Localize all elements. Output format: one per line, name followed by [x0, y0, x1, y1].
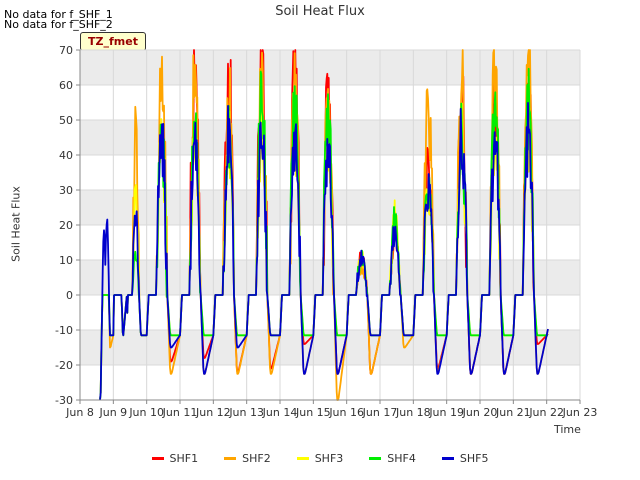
legend-swatch: [441, 457, 454, 460]
legend-item-shf5: SHF5: [441, 452, 489, 465]
y-tick-label: -20: [55, 359, 73, 372]
x-tick-label: Jun 16: [328, 406, 364, 419]
x-tick-label: Jun 21: [495, 406, 531, 419]
x-tick-label: Jun 8: [65, 406, 94, 419]
plot-band: [80, 260, 580, 295]
legend-label: SHF3: [314, 452, 344, 465]
x-tick-label: Jun 9: [98, 406, 127, 419]
x-tick-label: Jun 17: [362, 406, 398, 419]
x-tick-label: Jun 18: [395, 406, 431, 419]
legend: SHF1 SHF2 SHF3 SHF4 SHF5: [0, 452, 640, 465]
legend-label: SHF2: [242, 452, 271, 465]
x-tick-label: Jun 11: [162, 406, 198, 419]
x-tick-label: Jun 15: [295, 406, 331, 419]
y-tick-label: 50: [59, 114, 73, 127]
x-tick-label: Jun 14: [262, 406, 298, 419]
soil-heat-flux-chart: -30-20-10010203040506070Jun 8 Jun 9 Jun 10…: [55, 44, 598, 419]
legend-item-shf3: SHF3: [296, 452, 344, 465]
legend-item-shf1: SHF1: [151, 452, 199, 465]
legend-swatch: [224, 457, 237, 460]
legend-item-shf2: SHF2: [224, 452, 271, 465]
x-tick-label: Jun 12: [195, 406, 231, 419]
x-tick-label: Jun 20: [462, 406, 498, 419]
y-tick-label: 30: [59, 184, 73, 197]
y-tick-label: 70: [59, 44, 73, 57]
x-tick-label: Jun 22: [528, 406, 564, 419]
y-tick-label: 0: [66, 289, 73, 302]
y-tick-label: 20: [59, 219, 73, 232]
y-tick-label: 40: [59, 149, 73, 162]
plot-band: [80, 50, 580, 85]
x-tick-label: Jun 10: [128, 406, 164, 419]
legend-item-shf4: SHF4: [369, 452, 416, 465]
x-tick-label: Jun 19: [428, 406, 464, 419]
legend-swatch: [151, 457, 164, 460]
legend-label: SHF4: [387, 452, 416, 465]
x-tick-label: Jun 13: [228, 406, 264, 419]
x-tick-label: Jun 23: [562, 406, 598, 419]
plot-bands: [80, 50, 580, 365]
y-tick-label: 60: [59, 79, 73, 92]
legend-swatch: [369, 457, 382, 460]
y-tick-label: 10: [59, 254, 73, 267]
y-tick-label: -10: [55, 324, 73, 337]
legend-swatch: [296, 457, 309, 460]
legend-label: SHF5: [459, 452, 489, 465]
legend-label: SHF1: [169, 452, 199, 465]
